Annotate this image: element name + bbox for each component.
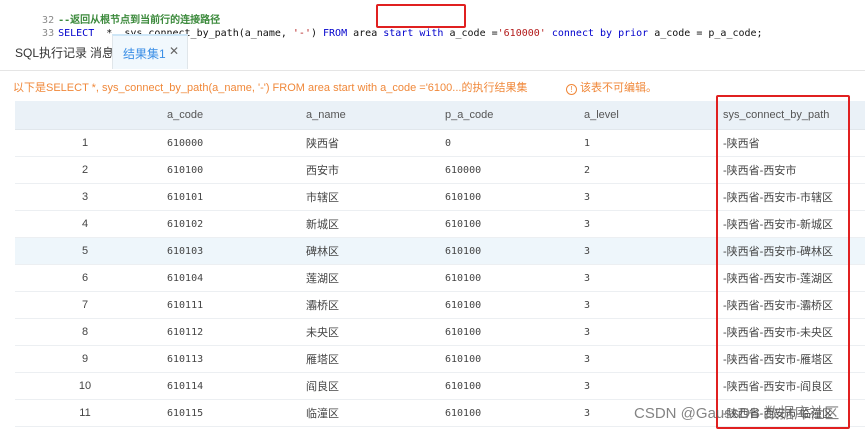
cell-a-name[interactable]: 莲湖区 <box>294 264 433 292</box>
cell-a-code[interactable]: 610102 <box>155 210 294 238</box>
cell-a-code[interactable]: 610111 <box>155 291 294 319</box>
cell-a-name[interactable]: 未央区 <box>294 318 433 346</box>
table-row[interactable]: 3 610101 市辖区 610100 3 -陕西省-西安市-市辖区 <box>15 183 865 211</box>
cell-a-name[interactable]: 新城区 <box>294 210 433 238</box>
cell-sys-connect-by-path[interactable]: -陕西省 <box>711 129 865 157</box>
cell-sys-connect-by-path[interactable]: -陕西省-西安市-雁塔区 <box>711 345 865 373</box>
cell-a-code[interactable]: 610000 <box>155 129 294 157</box>
row-index-cell[interactable]: 9 <box>15 345 155 373</box>
result-message: 以下是SELECT *, sys_connect_by_path(a_name,… <box>13 82 528 94</box>
row-index-header[interactable] <box>15 101 155 130</box>
cell-a-code[interactable]: 610103 <box>155 237 294 265</box>
table-row[interactable]: 2 610100 西安市 610000 2 -陕西省-西安市 <box>15 156 865 184</box>
cell-a-level[interactable]: 3 <box>572 345 711 373</box>
cell-a-code[interactable]: 610112 <box>155 318 294 346</box>
watermark: CSDN @GaussDB 数据库社区 <box>634 405 840 422</box>
cell-p-a-code[interactable]: 610100 <box>433 264 572 292</box>
cell-a-level[interactable]: 3 <box>572 237 711 265</box>
highlight-start-with-box <box>376 4 466 28</box>
cell-a-name[interactable]: 市辖区 <box>294 183 433 211</box>
tab-result-label: 结果集1 <box>123 47 166 61</box>
cell-a-code[interactable]: 610115 <box>155 399 294 427</box>
cell-p-a-code[interactable]: 610100 <box>433 210 572 238</box>
row-index-cell[interactable]: 6 <box>15 264 155 292</box>
column-header-sys-connect-by-path[interactable]: sys_connect_by_path <box>711 101 865 130</box>
cell-a-level[interactable]: 3 <box>572 291 711 319</box>
cell-sys-connect-by-path[interactable]: -陕西省-西安市-未央区 <box>711 318 865 346</box>
cell-a-level[interactable]: 3 <box>572 264 711 292</box>
cell-a-level[interactable]: 2 <box>572 156 711 184</box>
table-row[interactable]: 1 610000 陕西省 0 1 -陕西省 <box>15 129 865 157</box>
cell-a-name[interactable]: 雁塔区 <box>294 345 433 373</box>
result-table: a_code a_name p_a_code a_level sys_connect_b… <box>15 101 865 427</box>
row-index-cell[interactable]: 7 <box>15 291 155 319</box>
table-row[interactable]: 8 610112 未央区 610100 3 -陕西省-西安市-未央区 <box>15 318 865 346</box>
column-header-a-level[interactable]: a_level <box>572 101 711 130</box>
readonly-warning-text: 该表不可编辑。 <box>580 82 657 94</box>
cell-a-name[interactable]: 西安市 <box>294 156 433 184</box>
cell-a-level[interactable]: 3 <box>572 318 711 346</box>
row-index-cell[interactable]: 11 <box>15 399 155 427</box>
column-header-a-code[interactable]: a_code <box>155 101 294 130</box>
warning-icon: ! <box>566 84 577 95</box>
cell-sys-connect-by-path[interactable]: -陕西省-西安市-莲湖区 <box>711 264 865 292</box>
column-header-a-name[interactable]: a_name <box>294 101 433 130</box>
cell-p-a-code[interactable]: 610100 <box>433 318 572 346</box>
cell-sys-connect-by-path[interactable]: -陕西省-西安市-新城区 <box>711 210 865 238</box>
table-header-row: a_code a_name p_a_code a_level sys_connect_b… <box>15 101 865 130</box>
cell-sys-connect-by-path[interactable]: -陕西省-西安市-阎良区 <box>711 372 865 400</box>
cell-a-code[interactable]: 610114 <box>155 372 294 400</box>
cell-p-a-code[interactable]: 610100 <box>433 372 572 400</box>
cell-a-code[interactable]: 610100 <box>155 156 294 184</box>
row-index-cell[interactable]: 2 <box>15 156 155 184</box>
cell-a-level[interactable]: 3 <box>572 210 711 238</box>
row-index-cell[interactable]: 5 <box>15 237 155 265</box>
result-tabs: SQL执行记录 消息 结果集1 ✕ <box>0 34 865 71</box>
cell-a-name[interactable]: 临潼区 <box>294 399 433 427</box>
cell-a-level[interactable]: 1 <box>572 129 711 157</box>
readonly-warning: ! 该表不可编辑。 <box>566 79 657 95</box>
row-index-cell[interactable]: 3 <box>15 183 155 211</box>
result-info-bar: 以下是SELECT *, sys_connect_by_path(a_name,… <box>0 70 865 98</box>
cell-p-a-code[interactable]: 610100 <box>433 237 572 265</box>
cell-a-name[interactable]: 阎良区 <box>294 372 433 400</box>
cell-a-code[interactable]: 610101 <box>155 183 294 211</box>
code-line-32: 32 --返回从根节点到当前行的连接路径 <box>0 0 220 26</box>
tab-sql-history[interactable]: SQL执行记录 <box>15 44 87 61</box>
cell-sys-connect-by-path[interactable]: -陕西省-西安市-灞桥区 <box>711 291 865 319</box>
tab-result-set-1[interactable]: 结果集1 ✕ <box>112 34 188 69</box>
column-header-p-a-code[interactable]: p_a_code <box>433 101 572 130</box>
cell-sys-connect-by-path[interactable]: -陕西省-西安市-碑林区 <box>711 237 865 265</box>
cell-p-a-code[interactable]: 610100 <box>433 345 572 373</box>
row-index-cell[interactable]: 10 <box>15 372 155 400</box>
cell-a-name[interactable]: 灞桥区 <box>294 291 433 319</box>
table-row[interactable]: 4 610102 新城区 610100 3 -陕西省-西安市-新城区 <box>15 210 865 238</box>
table-row[interactable]: 7 610111 灞桥区 610100 3 -陕西省-西安市-灞桥区 <box>15 291 865 319</box>
table-row[interactable]: 5 610103 碑林区 610100 3 -陕西省-西安市-碑林区 <box>15 237 865 265</box>
cell-a-name[interactable]: 碑林区 <box>294 237 433 265</box>
cell-a-code[interactable]: 610113 <box>155 345 294 373</box>
cell-p-a-code[interactable]: 610000 <box>433 156 572 184</box>
cell-sys-connect-by-path[interactable]: -陕西省-西安市 <box>711 156 865 184</box>
cell-a-level[interactable]: 3 <box>572 372 711 400</box>
cell-p-a-code[interactable]: 610100 <box>433 399 572 427</box>
table-body: 1 610000 陕西省 0 1 -陕西省 2 610100 西安市 610000 2 -陕西省-西安… <box>15 129 865 427</box>
cell-p-a-code[interactable]: 610100 <box>433 183 572 211</box>
cell-a-level[interactable]: 3 <box>572 183 711 211</box>
table-row[interactable]: 10 610114 阎良区 610100 3 -陕西省-西安市-阎良区 <box>15 372 865 400</box>
cell-p-a-code[interactable]: 610100 <box>433 291 572 319</box>
row-index-cell[interactable]: 8 <box>15 318 155 346</box>
cell-a-code[interactable]: 610104 <box>155 264 294 292</box>
close-icon[interactable]: ✕ <box>169 44 179 58</box>
table-row[interactable]: 6 610104 莲湖区 610100 3 -陕西省-西安市-莲湖区 <box>15 264 865 292</box>
cell-p-a-code[interactable]: 0 <box>433 129 572 157</box>
table-row[interactable]: 9 610113 雁塔区 610100 3 -陕西省-西安市-雁塔区 <box>15 345 865 373</box>
cell-sys-connect-by-path[interactable]: -陕西省-西安市-市辖区 <box>711 183 865 211</box>
tab-messages[interactable]: 消息 <box>90 44 114 61</box>
row-index-cell[interactable]: 1 <box>15 129 155 157</box>
cell-a-name[interactable]: 陕西省 <box>294 129 433 157</box>
row-index-cell[interactable]: 4 <box>15 210 155 238</box>
